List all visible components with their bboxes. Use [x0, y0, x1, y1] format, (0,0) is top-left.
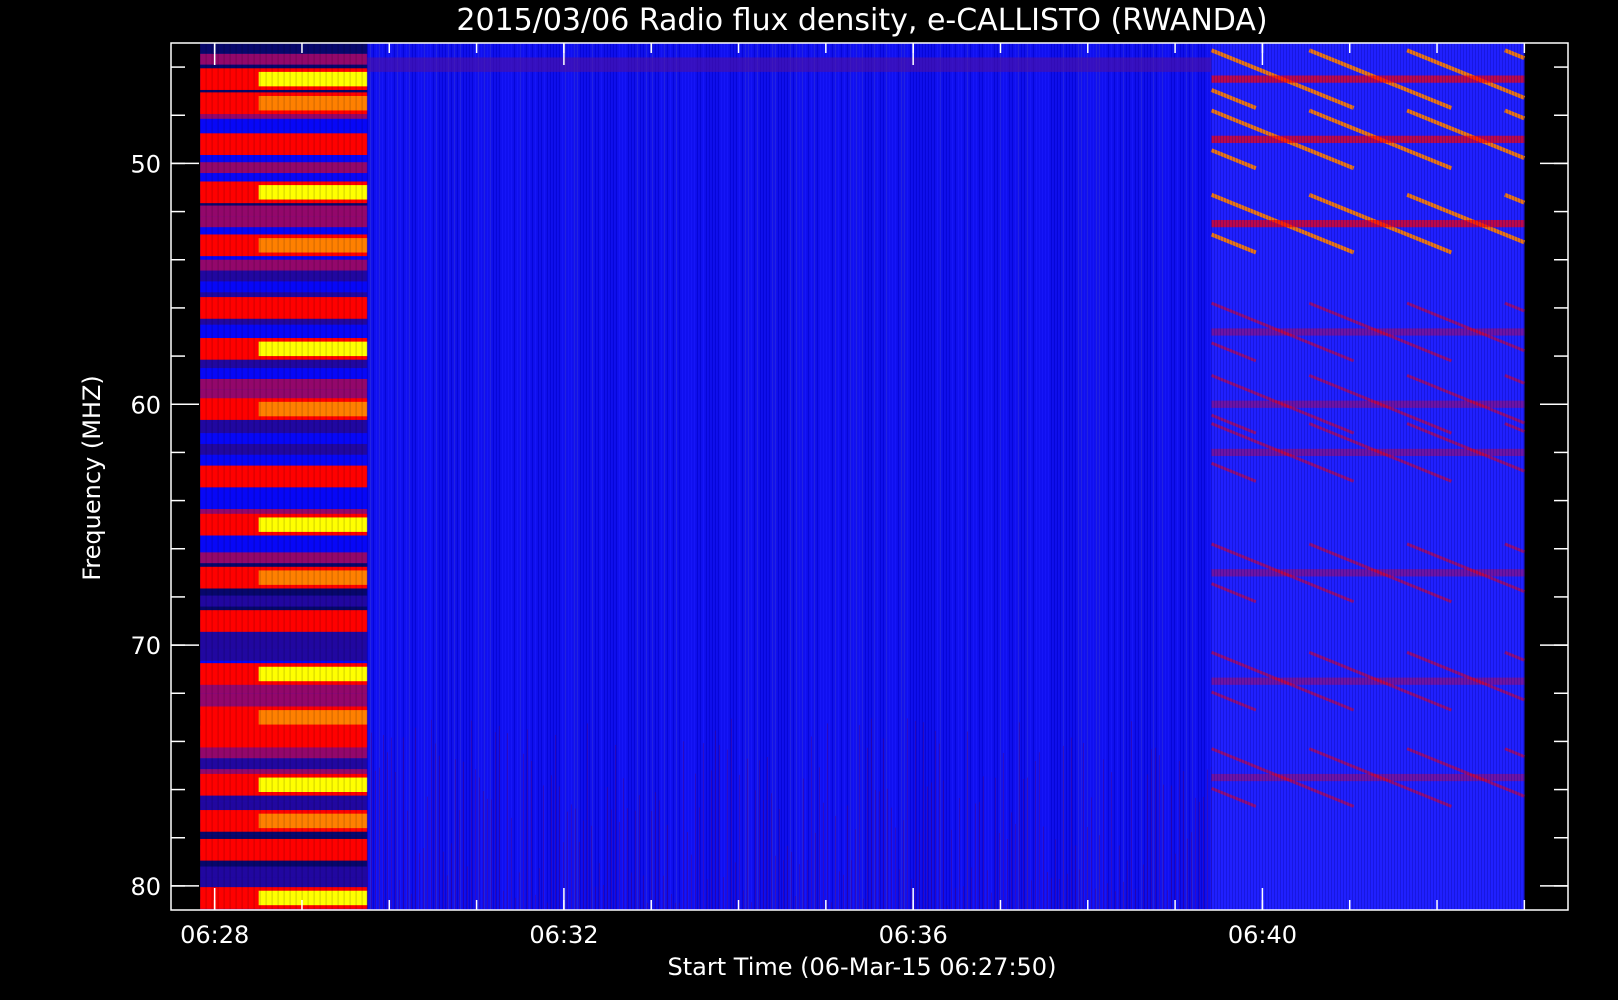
x-tick-label: 06:40	[1228, 921, 1297, 949]
bright-band-core	[258, 95, 368, 111]
bright-band-core	[258, 401, 368, 417]
x-axis-label: Start Time (06-Mar-15 06:27:50)	[668, 953, 1057, 981]
bright-band-core	[258, 71, 368, 87]
bright-band-core	[258, 842, 368, 858]
bright-band-core	[258, 570, 368, 585]
bright-band-core	[258, 300, 368, 316]
bright-band-core	[258, 613, 368, 629]
bright-band-core	[258, 890, 368, 906]
bright-band-core	[258, 813, 368, 829]
y-tick-label: 60	[130, 391, 161, 419]
bright-band-core	[258, 469, 368, 484]
bright-band-core	[258, 666, 368, 682]
spectrogram-heatmap	[199, 43, 1526, 910]
bright-band-core	[258, 729, 368, 744]
bright-band-core	[258, 710, 368, 725]
spectrogram-chart: 2015/03/06 Radio flux density, e-CALLIST…	[78, 3, 1569, 981]
bright-band-core	[258, 185, 368, 200]
bright-band-core	[258, 136, 368, 152]
y-axis-label: Frequency (MHZ)	[78, 375, 106, 581]
noise-band	[367, 57, 1212, 72]
y-tick-label: 80	[130, 873, 161, 901]
x-tick-label: 06:36	[879, 921, 948, 949]
x-tick-label: 06:28	[180, 921, 249, 949]
y-tick-label: 50	[130, 150, 161, 178]
bright-band-core	[258, 238, 368, 253]
x-tick-label: 06:32	[529, 921, 598, 949]
bright-band-core	[258, 777, 368, 792]
chart-title: 2015/03/06 Radio flux density, e-CALLIST…	[456, 3, 1267, 38]
y-tick-label: 70	[130, 632, 161, 660]
bright-band-core	[258, 341, 368, 357]
bright-band-core	[258, 517, 368, 532]
